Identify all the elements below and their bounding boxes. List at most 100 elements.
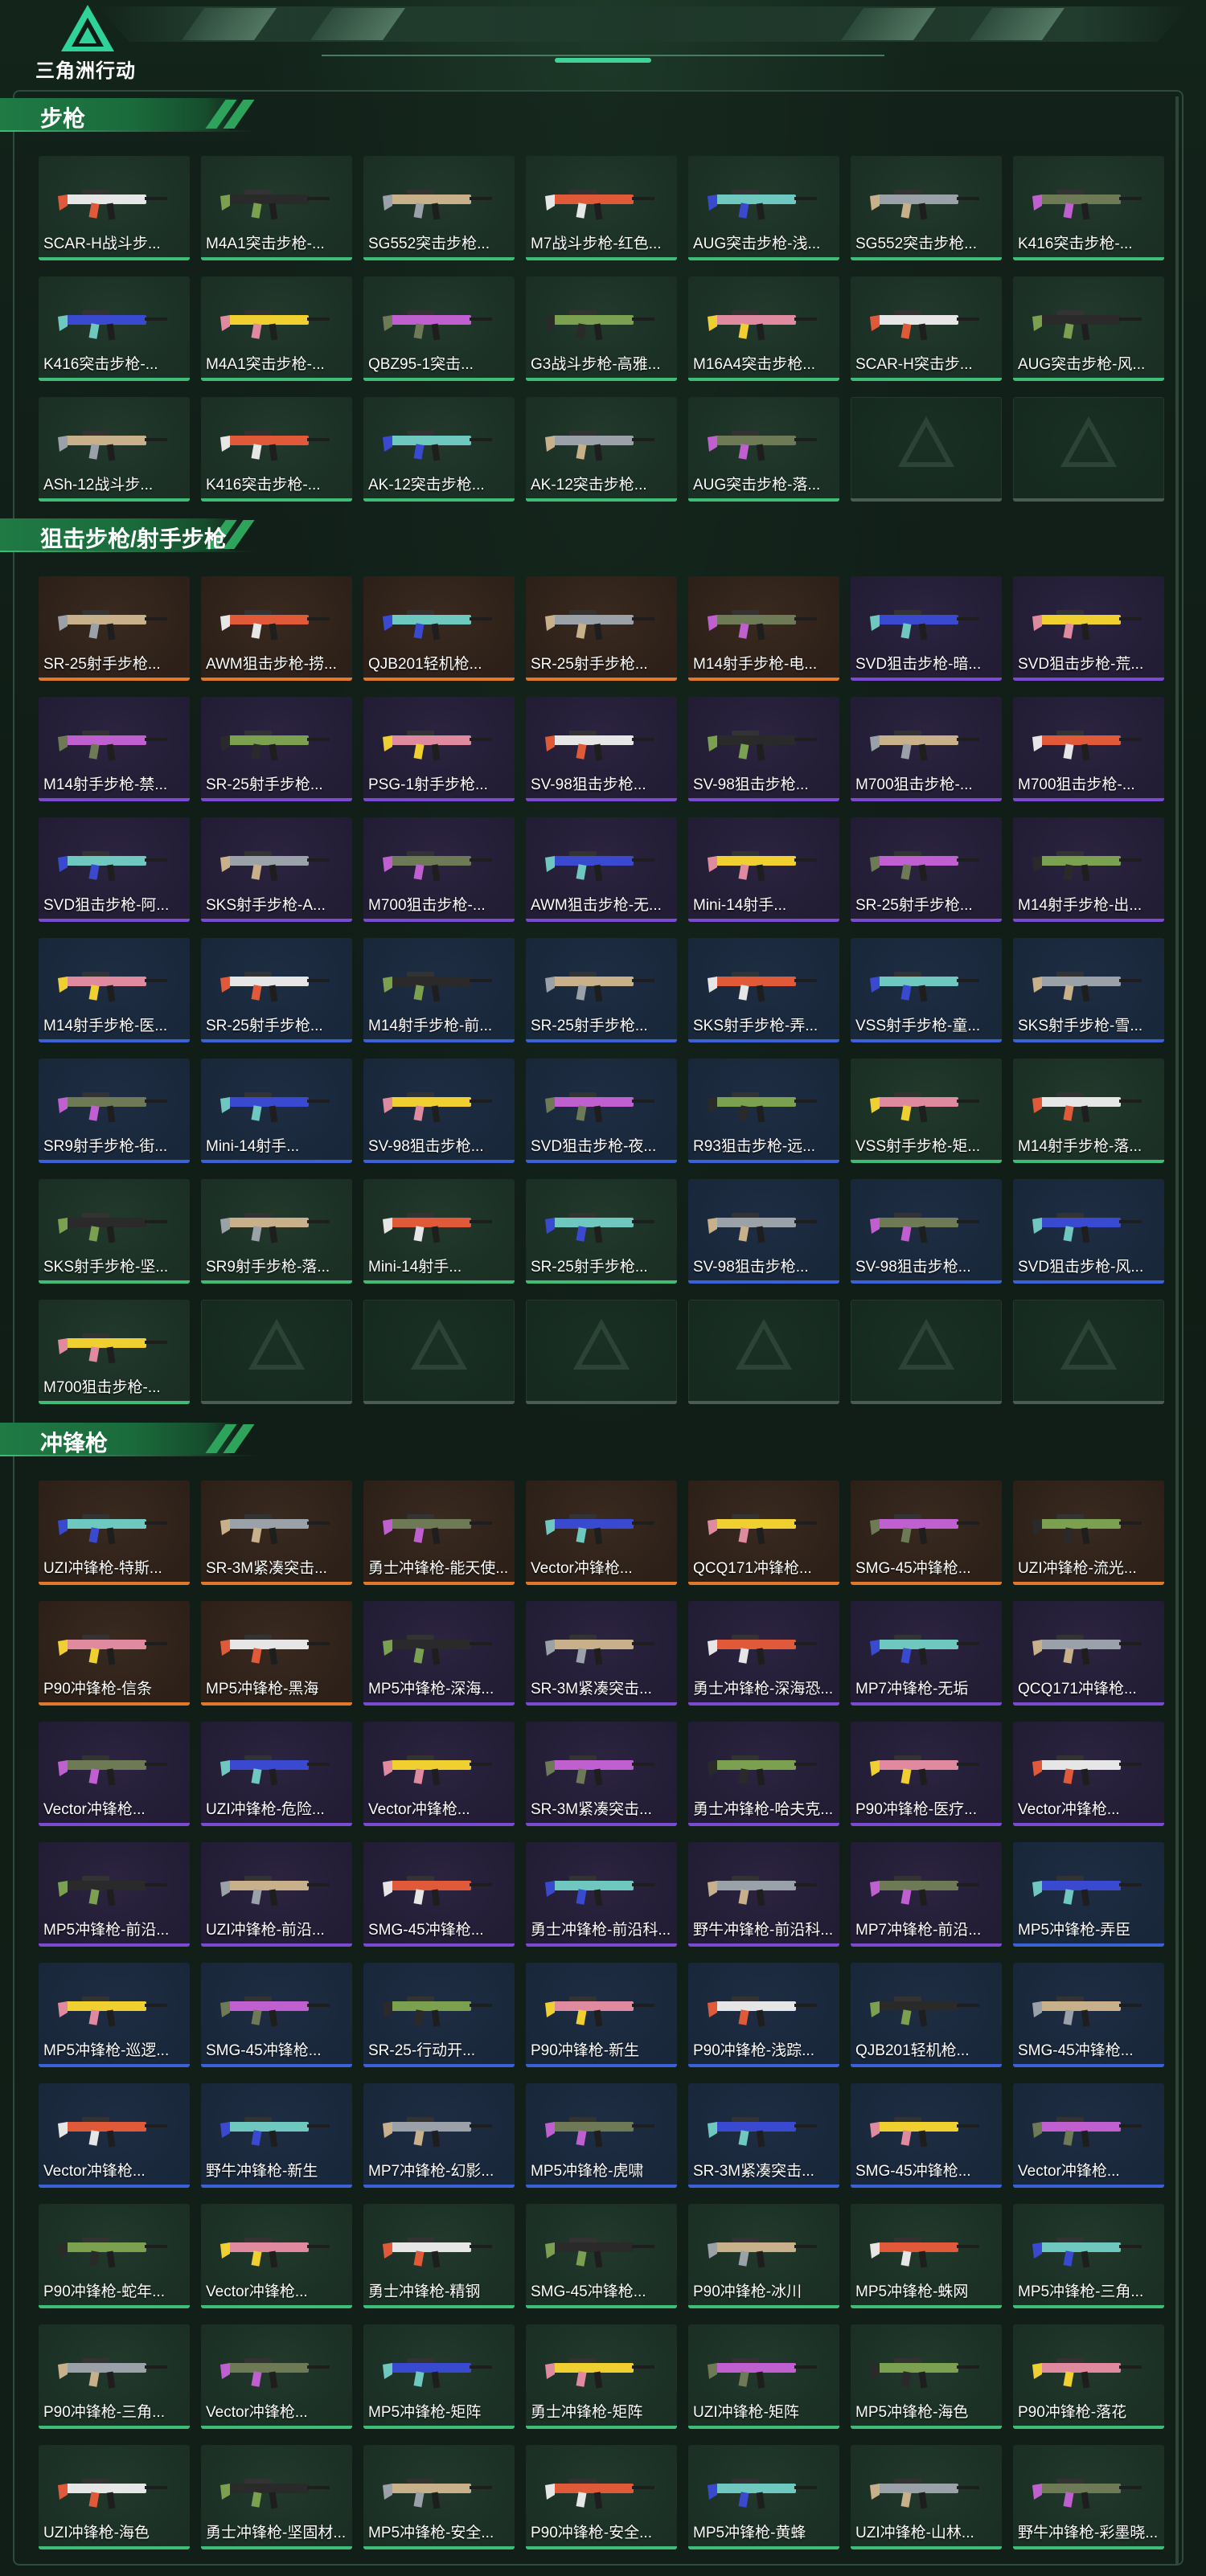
skin-card[interactable]: M700狙击步枪-... [39, 1300, 190, 1404]
skin-card[interactable]: MP5冲锋枪-弄臣 [1013, 1842, 1164, 1947]
skin-card[interactable]: 勇士冲锋枪-矩阵 [526, 2324, 677, 2429]
skin-card[interactable]: SR-25射手步枪... [526, 576, 677, 681]
skin-card[interactable]: MP5冲锋枪-矩阵 [363, 2324, 515, 2429]
skin-card[interactable]: SVD狙击步枪-风... [1013, 1179, 1164, 1284]
skin-card[interactable]: SR9射手步枪-落... [201, 1179, 352, 1284]
skin-card[interactable]: UZI冲锋枪-危险... [201, 1722, 352, 1826]
skin-card[interactable]: MP7冲锋枪-幻影... [363, 2083, 515, 2188]
skin-card[interactable]: M14射手步枪-医... [39, 938, 190, 1042]
skin-card[interactable]: P90冲锋枪-新生 [526, 1963, 677, 2067]
skin-card[interactable]: SG552突击步枪... [363, 156, 515, 260]
skin-card[interactable]: UZI冲锋枪-流光... [1013, 1480, 1164, 1585]
skin-card[interactable]: AK-12突击步枪... [363, 397, 515, 502]
skin-card[interactable]: K416突击步枪-... [201, 397, 352, 502]
skin-card[interactable]: MP5冲锋枪-巡逻... [39, 1963, 190, 2067]
skin-card[interactable]: SR-25射手步枪... [201, 697, 352, 801]
skin-card[interactable]: SMG-45冲锋枪... [851, 2083, 1002, 2188]
skin-card[interactable]: P90冲锋枪-三角... [39, 2324, 190, 2429]
skin-card[interactable]: 野牛冲锋枪-彩墨晓... [1013, 2445, 1164, 2549]
skin-card[interactable]: SKS射手步枪-弄... [688, 938, 839, 1042]
skin-card[interactable]: ASh-12战斗步... [39, 397, 190, 502]
skin-card[interactable]: MP5冲锋枪-深海... [363, 1601, 515, 1706]
skin-card[interactable]: QJB201轻机枪... [363, 576, 515, 681]
skin-card[interactable]: 勇士冲锋枪-前沿科... [526, 1842, 677, 1947]
skin-card[interactable]: SV-98狙击步枪... [363, 1059, 515, 1163]
skin-card[interactable]: SR9射手步枪-街... [39, 1059, 190, 1163]
skin-card[interactable]: AWM狙击步枪-捞... [201, 576, 352, 681]
skin-card[interactable]: M14射手步枪-落... [1013, 1059, 1164, 1163]
skin-card[interactable]: MP5冲锋枪-三角... [1013, 2204, 1164, 2308]
skin-card[interactable]: M4A1突击步枪-... [201, 276, 352, 381]
skin-card[interactable]: UZI冲锋枪-特斯... [39, 1480, 190, 1585]
skin-card[interactable]: Vector冲锋枪... [201, 2324, 352, 2429]
skin-card[interactable]: M700狙击步枪-... [1013, 697, 1164, 801]
skin-card[interactable]: SR-25射手步枪... [526, 1179, 677, 1284]
skin-card[interactable]: P90冲锋枪-浅踪... [688, 1963, 839, 2067]
skin-card[interactable]: SG552突击步枪... [851, 156, 1002, 260]
skin-card[interactable]: SKS射手步枪-坚... [39, 1179, 190, 1284]
skin-card[interactable]: UZI冲锋枪-矩阵 [688, 2324, 839, 2429]
skin-card[interactable]: SVD狙击步枪-暗... [851, 576, 1002, 681]
skin-card[interactable]: VSS射手步枪-矩... [851, 1059, 1002, 1163]
skin-card[interactable]: MP5冲锋枪-黑海 [201, 1601, 352, 1706]
skin-card[interactable]: MP7冲锋枪-无垢 [851, 1601, 1002, 1706]
skin-card[interactable]: Vector冲锋枪... [363, 1722, 515, 1826]
skin-card[interactable]: PSG-1射手步枪... [363, 697, 515, 801]
skin-card[interactable]: M14射手步枪-前... [363, 938, 515, 1042]
skin-card[interactable]: MP5冲锋枪-前沿... [39, 1842, 190, 1947]
scrollbar[interactable] [1175, 96, 1179, 2564]
skin-card[interactable]: SV-98狙击步枪... [526, 697, 677, 801]
skin-card[interactable]: 野牛冲锋枪-新生 [201, 2083, 352, 2188]
skin-card[interactable]: VSS射手步枪-童... [851, 938, 1002, 1042]
skin-card[interactable]: M14射手步枪-出... [1013, 817, 1164, 922]
skin-card[interactable]: AUG突击步枪-落... [688, 397, 839, 502]
skin-card[interactable]: P90冲锋枪-落花 [1013, 2324, 1164, 2429]
skin-card[interactable]: SVD狙击步枪-夜... [526, 1059, 677, 1163]
skin-card[interactable]: AK-12突击步枪... [526, 397, 677, 502]
skin-card[interactable]: SR-3M紧凑突击... [688, 2083, 839, 2188]
skin-card[interactable]: M700狙击步枪-... [851, 697, 1002, 801]
skin-card[interactable]: UZI冲锋枪-山林... [851, 2445, 1002, 2549]
skin-card[interactable]: Vector冲锋枪... [526, 1480, 677, 1585]
skin-card[interactable]: 勇士冲锋枪-能天使... [363, 1480, 515, 1585]
skin-card[interactable]: M4A1突击步枪-... [201, 156, 352, 260]
skin-card[interactable]: 勇士冲锋枪-精钢 [363, 2204, 515, 2308]
skin-card[interactable]: SR-25射手步枪... [39, 576, 190, 681]
skin-card[interactable]: 勇士冲锋枪-深海恐... [688, 1601, 839, 1706]
skin-card[interactable]: Vector冲锋枪... [1013, 1722, 1164, 1826]
skin-card[interactable]: R93狙击步枪-远... [688, 1059, 839, 1163]
skin-card[interactable]: Vector冲锋枪... [1013, 2083, 1164, 2188]
skin-card[interactable]: SR-3M紧凑突击... [201, 1480, 352, 1585]
skin-card[interactable]: QJB201轻机枪... [851, 1963, 1002, 2067]
skin-card[interactable]: SR-25-行动开... [363, 1963, 515, 2067]
skin-card[interactable]: MP5冲锋枪-安全... [363, 2445, 515, 2549]
skin-card[interactable]: P90冲锋枪-蛇年... [39, 2204, 190, 2308]
skin-card[interactable]: 勇士冲锋枪-坚固材... [201, 2445, 352, 2549]
skin-card[interactable]: SV-98狙击步枪... [851, 1179, 1002, 1284]
skin-card[interactable]: SVD狙击步枪-荒... [1013, 576, 1164, 681]
skin-card[interactable]: QCQ171冲锋枪... [1013, 1601, 1164, 1706]
skin-card[interactable]: AUG突击步枪-风... [1013, 276, 1164, 381]
skin-card[interactable]: K416突击步枪-... [39, 276, 190, 381]
skin-card[interactable]: SCAR-H突击步... [851, 276, 1002, 381]
skin-card[interactable]: SVD狙击步枪-阿... [39, 817, 190, 922]
skin-card[interactable]: Vector冲锋枪... [39, 1722, 190, 1826]
skin-card[interactable]: SMG-45冲锋枪... [363, 1842, 515, 1947]
skin-card[interactable]: SKS射手步枪-A... [201, 817, 352, 922]
skin-card[interactable]: Vector冲锋枪... [201, 2204, 352, 2308]
skin-card[interactable]: K416突击步枪-... [1013, 156, 1164, 260]
skin-card[interactable]: SV-98狙击步枪... [688, 697, 839, 801]
skin-card[interactable]: MP5冲锋枪-黄蜂 [688, 2445, 839, 2549]
skin-card[interactable]: Mini-14射手... [688, 817, 839, 922]
skin-card[interactable]: P90冲锋枪-信条 [39, 1601, 190, 1706]
skin-card[interactable]: SR-25射手步枪... [526, 938, 677, 1042]
skin-card[interactable]: SR-25射手步枪... [201, 938, 352, 1042]
skin-card[interactable]: MP5冲锋枪-虎啸 [526, 2083, 677, 2188]
skin-card[interactable]: P90冲锋枪-安全... [526, 2445, 677, 2549]
skin-card[interactable]: Mini-14射手... [201, 1059, 352, 1163]
skin-card[interactable]: SKS射手步枪-雪... [1013, 938, 1164, 1042]
skin-card[interactable]: Mini-14射手... [363, 1179, 515, 1284]
skin-card[interactable]: AUG突击步枪-浅... [688, 156, 839, 260]
skin-card[interactable]: UZI冲锋枪-前沿... [201, 1842, 352, 1947]
skin-card[interactable]: SMG-45冲锋枪... [526, 2204, 677, 2308]
